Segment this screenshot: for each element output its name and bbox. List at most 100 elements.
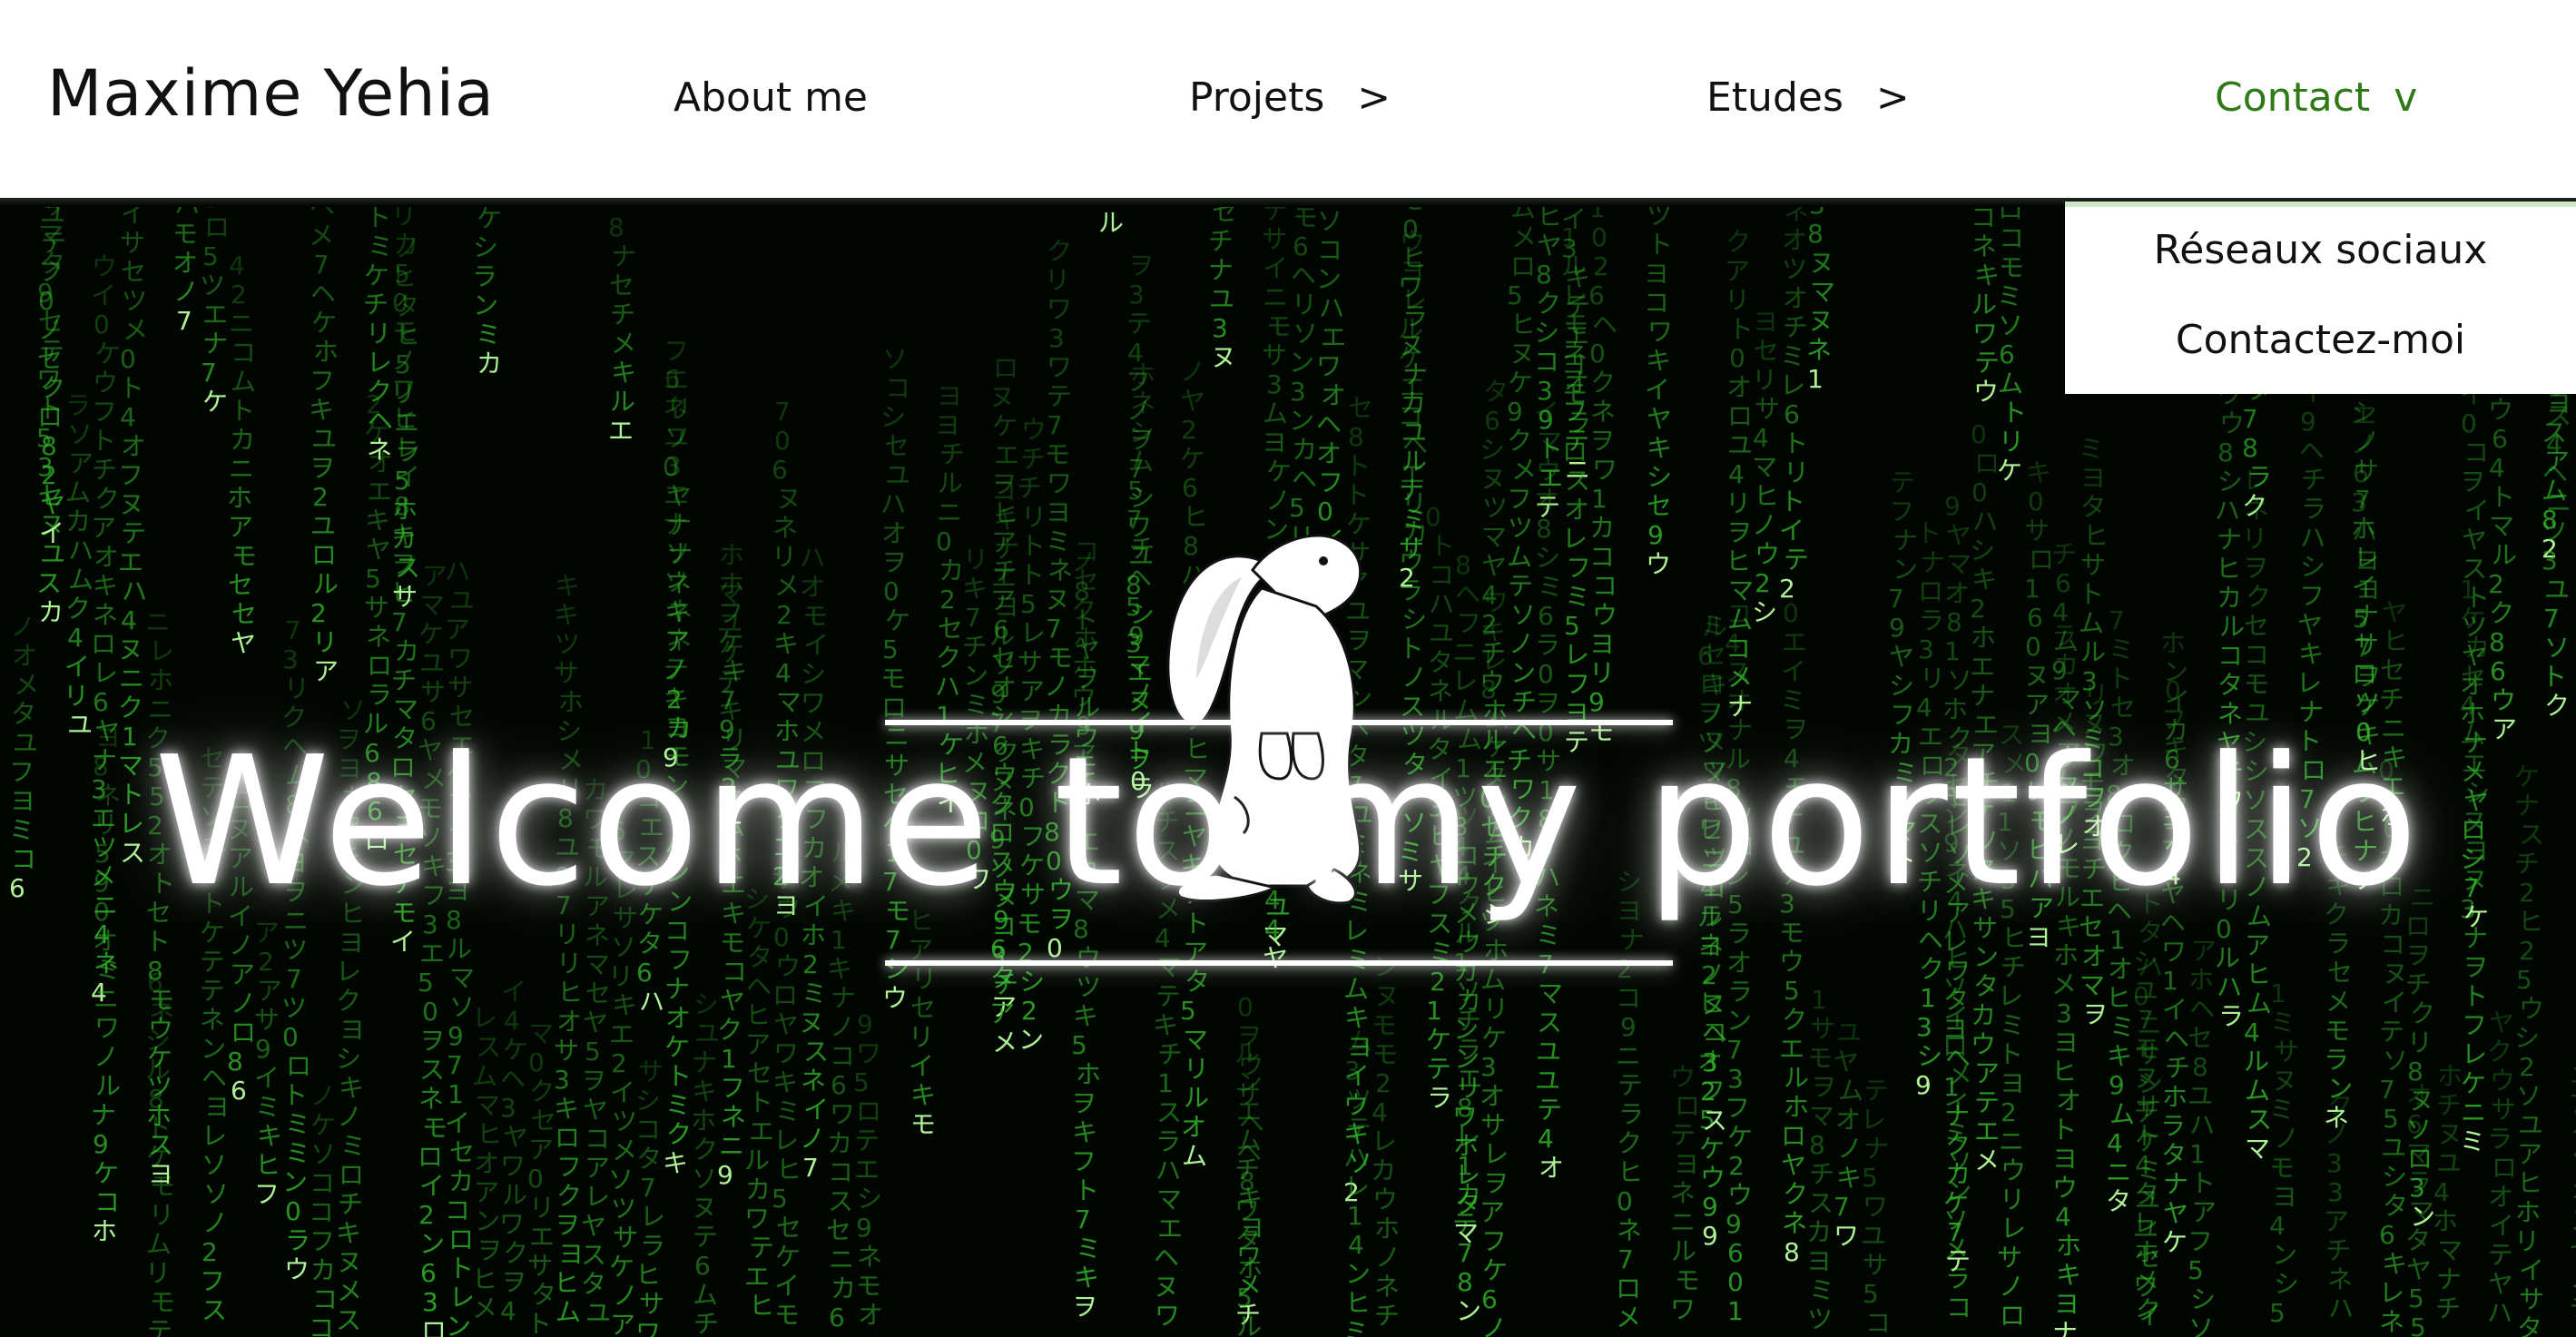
svg-text:ハ: ハ — [2487, 1298, 2512, 1328]
svg-text:ヤ: ヤ — [2406, 1254, 2432, 1284]
svg-text:ネ: ネ — [93, 600, 118, 630]
svg-text:4: 4 — [2269, 1211, 2286, 1241]
svg-text:9: 9 — [1726, 1209, 1742, 1239]
svg-text:1: 1 — [1157, 1068, 1174, 1098]
svg-text:タ: タ — [11, 699, 36, 729]
svg-text:シ: シ — [2352, 398, 2377, 428]
svg-text:ン: ン — [1373, 952, 1399, 982]
svg-text:リ: リ — [1725, 285, 1750, 315]
svg-text:タ: タ — [2106, 1186, 2131, 1216]
svg-text:ア: ア — [2517, 1139, 2542, 1169]
svg-text:ユ: ユ — [1535, 1066, 1560, 1096]
svg-text:キ: キ — [962, 574, 988, 604]
svg-text:メ: メ — [2051, 969, 2077, 999]
svg-text:ホ: ホ — [1971, 623, 1996, 653]
nav-item-about-me[interactable]: About me — [673, 74, 868, 121]
svg-text:モ: モ — [422, 1113, 447, 1143]
svg-text:カ: カ — [477, 349, 502, 378]
dropdown-item-reseaux-sociaux[interactable]: Réseaux sociaux — [2065, 227, 2576, 273]
nav-item-contact[interactable]: Contact v — [2215, 74, 2417, 121]
svg-text:ソ: ソ — [203, 1179, 229, 1209]
svg-text:ク: ク — [1507, 426, 1532, 456]
svg-text:ヤ: ヤ — [1781, 1150, 1806, 1180]
svg-text:レ: レ — [1780, 370, 1805, 400]
svg-text:リ: リ — [1726, 488, 1751, 518]
svg-text:ケ: ケ — [664, 1032, 690, 1062]
svg-text:テ: テ — [200, 976, 225, 1006]
svg-text:フ: フ — [1456, 608, 1481, 638]
svg-text:ヲ: ヲ — [477, 1235, 502, 1265]
svg-text:ツ: ツ — [281, 993, 307, 1023]
svg-text:9: 9 — [857, 1009, 873, 1039]
svg-text:0: 0 — [2461, 408, 2477, 438]
svg-text:1: 1 — [1426, 996, 1442, 1026]
svg-text:ス: ス — [419, 1055, 445, 1085]
svg-text:タ: タ — [1973, 971, 1999, 1001]
svg-text:9: 9 — [93, 1129, 109, 1159]
svg-text:リ: リ — [1184, 1054, 1209, 1084]
svg-text:2: 2 — [1375, 1068, 1391, 1098]
svg-text:ホ: ホ — [691, 1106, 716, 1135]
svg-text:ル: ル — [447, 934, 472, 964]
dropdown-item-contactez-moi[interactable]: Contactez-moi — [2065, 317, 2576, 363]
svg-text:ク: ク — [1919, 954, 1944, 984]
svg-text:3: 3 — [1916, 1012, 1932, 1042]
svg-text:ワ: ワ — [1047, 294, 1072, 324]
svg-text:ヒ: ヒ — [1617, 1157, 1643, 1187]
svg-text:セ: セ — [531, 1106, 556, 1135]
nav-item-projets[interactable]: Projets > — [1189, 74, 1391, 121]
svg-text:メ: メ — [612, 1135, 637, 1165]
svg-text:ル: ル — [2244, 1047, 2269, 1076]
svg-text:ユ: ユ — [2135, 1185, 2160, 1214]
svg-text:ロ: ロ — [421, 1316, 447, 1337]
svg-text:エ: エ — [1321, 322, 1346, 352]
svg-text:4: 4 — [504, 1006, 520, 1036]
svg-text:ラ: ラ — [2218, 1001, 2244, 1031]
svg-text:8: 8 — [1807, 219, 1824, 249]
svg-text:ス: ス — [36, 568, 62, 598]
svg-text:ケ: ケ — [1943, 1188, 1969, 1218]
svg-text:1: 1 — [447, 1079, 464, 1109]
svg-text:ハ: ハ — [880, 489, 906, 519]
svg-text:ヤ: ヤ — [40, 489, 65, 519]
svg-text:4: 4 — [775, 658, 791, 688]
svg-text:ヨ: ヨ — [1753, 307, 1778, 337]
svg-text:ク: ク — [2487, 1037, 2512, 1067]
svg-text:5: 5 — [202, 241, 219, 271]
svg-text:コ: コ — [722, 957, 747, 987]
svg-text:ヌ: ヌ — [2409, 1086, 2434, 1116]
svg-text:マ: マ — [2489, 511, 2514, 541]
svg-text:6: 6 — [1293, 231, 1309, 261]
svg-text:キ: キ — [664, 683, 689, 713]
svg-text:オ: オ — [858, 1300, 883, 1330]
svg-text:シ: シ — [1129, 418, 1155, 447]
svg-text:ラ: ラ — [640, 1231, 665, 1261]
svg-text:ケ: ケ — [1997, 456, 2022, 486]
chevron-down-icon: v — [2394, 74, 2418, 121]
nav-item-etudes[interactable]: Etudes > — [1706, 74, 1910, 121]
svg-text:コ: コ — [1317, 235, 1342, 265]
svg-text:ヨ: ヨ — [1806, 1246, 1832, 1276]
svg-text:ル: ル — [2215, 943, 2240, 973]
svg-text:ミ: ミ — [2109, 634, 2134, 664]
svg-text:ム: ム — [2245, 1076, 2270, 1106]
svg-text:ラ: ラ — [367, 680, 392, 710]
svg-text:ン: ン — [1510, 658, 1536, 688]
svg-text:ヲ: ヲ — [2243, 553, 2268, 583]
svg-text:ス: ス — [2247, 1105, 2272, 1135]
svg-text:フ: フ — [720, 1073, 745, 1103]
svg-text:カ: カ — [448, 1166, 474, 1196]
svg-text:チ: チ — [1157, 1039, 1183, 1069]
svg-text:ヘ: ヘ — [2189, 994, 2215, 1024]
svg-text:ミ: ミ — [2269, 1095, 2295, 1125]
brand-logo-text[interactable]: Maxime Yehia — [47, 56, 495, 131]
svg-text:7: 7 — [286, 964, 302, 994]
svg-text:0: 0 — [1727, 1267, 1744, 1297]
svg-text:テ: テ — [1565, 291, 1590, 321]
svg-text:レ: レ — [585, 1182, 610, 1212]
svg-text:0: 0 — [1617, 1186, 1633, 1216]
svg-text:ヤ: ヤ — [231, 628, 256, 658]
svg-text:ネ: ネ — [367, 435, 392, 465]
svg-text:ン: ン — [2410, 1202, 2435, 1232]
svg-text:ヘ: ヘ — [202, 1063, 227, 1093]
